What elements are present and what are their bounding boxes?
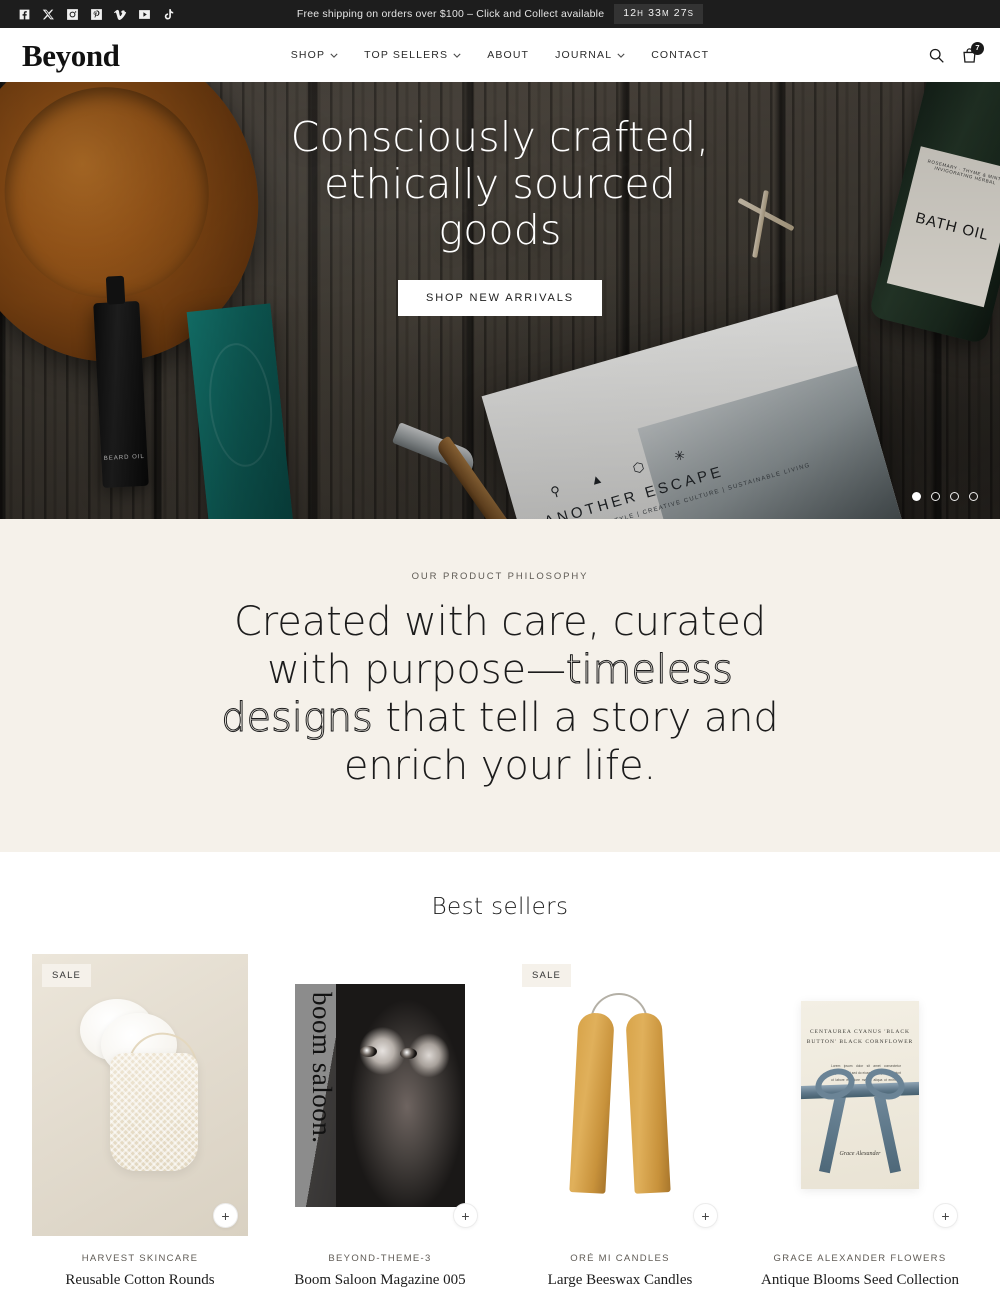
vimeo-icon[interactable]: [114, 8, 127, 21]
product-card[interactable]: SALE + ORÉ MI CANDLES Large Beeswax Cand…: [500, 954, 740, 1291]
magazine-portrait: [335, 983, 465, 1207]
mesh-bag: [109, 1052, 198, 1171]
x-icon[interactable]: [42, 8, 55, 21]
portrait-eye-left: [359, 1045, 377, 1057]
nav-label-top-sellers: TOP SELLERS: [364, 49, 449, 61]
magazine-cover-text: boom saloon.: [307, 991, 337, 1144]
pinterest-icon[interactable]: [90, 8, 103, 21]
bestsellers-section: Best sellers SALE + HARVEST SKINCARE Reu…: [0, 852, 1000, 1291]
product-vendor: HARVEST SKINCARE: [81, 1253, 199, 1264]
product-artwork-skincare: [32, 954, 248, 1236]
nav-item-contact[interactable]: CONTACT: [651, 49, 709, 61]
timer-minutes: 33: [648, 7, 662, 20]
timer-hours-unit: H: [637, 9, 645, 19]
quick-add-button[interactable]: +: [933, 1203, 958, 1228]
nav-item-about[interactable]: ABOUT: [487, 49, 529, 61]
seed-packet: CENTAUREA CYANUS 'BLACK BUTTON' BLACK CO…: [801, 1001, 919, 1189]
header-actions: 7: [928, 41, 984, 64]
nav-item-journal[interactable]: JOURNAL: [555, 49, 625, 61]
search-icon[interactable]: [928, 47, 945, 64]
hero-title: Consciously crafted, ethically sourced g…: [290, 113, 710, 255]
product-artwork-magazine: boom saloon.: [272, 954, 488, 1236]
carousel-dot-1[interactable]: [912, 492, 921, 501]
candle-right: [625, 1012, 671, 1194]
product-grid: SALE + HARVEST SKINCARE Reusable Cotton …: [0, 954, 1000, 1291]
carousel-dot-2[interactable]: [931, 492, 940, 501]
hero-carousel: ROSEMARY · THYME & MINT · INVIGORATING H…: [0, 82, 1000, 519]
product-title[interactable]: Large Beeswax Candles: [512, 1271, 728, 1291]
product-image[interactable]: SALE +: [512, 954, 728, 1236]
product-vendor: BEYOND-THEME-3: [328, 1253, 432, 1264]
product-artwork-seeds: CENTAUREA CYANUS 'BLACK BUTTON' BLACK CO…: [752, 954, 968, 1236]
bestsellers-title: Best sellers: [431, 894, 569, 920]
hero-content: Consciously crafted, ethically sourced g…: [0, 82, 1000, 317]
quick-add-button[interactable]: +: [693, 1203, 718, 1228]
carousel-dots: [912, 492, 978, 501]
product-image[interactable]: SALE +: [32, 954, 248, 1236]
ribbon-tail-left: [819, 1094, 846, 1174]
product-title[interactable]: Reusable Cotton Rounds: [32, 1271, 248, 1291]
product-image[interactable]: CENTAUREA CYANUS 'BLACK BUTTON' BLACK CO…: [752, 954, 968, 1236]
youtube-icon[interactable]: [138, 8, 151, 21]
chevron-down-icon: [617, 53, 625, 58]
tiktok-icon[interactable]: [162, 8, 175, 21]
seed-packet-signature: Grace Alexander: [839, 1151, 881, 1157]
sale-badge: SALE: [42, 964, 92, 987]
philosophy-heading-part2: that tell a story and enrich your life.: [343, 695, 779, 789]
nav-item-shop[interactable]: SHOP: [291, 49, 338, 61]
facebook-icon[interactable]: [18, 8, 31, 21]
product-image[interactable]: boom saloon. +: [272, 954, 488, 1236]
philosophy-heading: Created with care, curated with purpose—…: [220, 598, 780, 790]
carousel-dot-4[interactable]: [969, 492, 978, 501]
timer-seconds-unit: S: [687, 9, 695, 19]
product-title[interactable]: Boom Saloon Magazine 005: [272, 1271, 488, 1291]
timer-hours: 12: [623, 7, 638, 20]
shop-new-arrivals-button[interactable]: SHOP NEW ARRIVALS: [397, 280, 603, 317]
main-navigation: SHOP TOP SELLERS ABOUT JOURNAL CONTACT: [0, 49, 1000, 61]
announcement-bar: Free shipping on orders over $100 – Clic…: [0, 0, 1000, 28]
social-links: [18, 8, 175, 21]
nav-label-about: ABOUT: [487, 49, 530, 61]
timer-seconds: 27: [673, 7, 688, 20]
instagram-icon[interactable]: [66, 8, 79, 21]
quick-add-button[interactable]: +: [453, 1203, 478, 1228]
product-card[interactable]: CENTAUREA CYANUS 'BLACK BUTTON' BLACK CO…: [740, 954, 980, 1291]
product-vendor: ORÉ MI CANDLES: [570, 1253, 670, 1264]
beeswax-candles: [560, 993, 680, 1194]
chevron-down-icon: [330, 53, 338, 58]
product-vendor: GRACE ALEXANDER FLOWERS: [773, 1253, 947, 1264]
candle-left: [569, 1012, 615, 1194]
sale-badge: SALE: [522, 964, 572, 987]
seed-packet-text: CENTAUREA CYANUS 'BLACK BUTTON' BLACK CO…: [806, 1029, 914, 1046]
carousel-dot-3[interactable]: [950, 492, 959, 501]
quick-add-button[interactable]: +: [213, 1203, 238, 1228]
cart-count-badge: 7: [971, 41, 984, 55]
countdown-timer: 12H 33M 27S: [614, 4, 704, 24]
announcement-message: Free shipping on orders over $100 – Clic…: [296, 7, 605, 20]
ribbon-tail-right: [874, 1094, 901, 1174]
magazine-cover: boom saloon.: [295, 983, 465, 1207]
nav-label-shop: SHOP: [290, 49, 326, 61]
cart-button[interactable]: 7: [961, 41, 984, 64]
philosophy-section: OUR PRODUCT PHILOSOPHY Created with care…: [0, 519, 1000, 852]
product-card[interactable]: boom saloon. + BEYOND-THEME-3 Boom Saloo…: [260, 954, 500, 1291]
nav-item-top-sellers[interactable]: TOP SELLERS: [364, 49, 461, 61]
timer-minutes-unit: M: [661, 9, 670, 19]
nav-label-contact: CONTACT: [651, 49, 710, 61]
site-header: Beyond SHOP TOP SELLERS ABOUT JOURNAL CO…: [0, 28, 1000, 82]
chevron-down-icon: [453, 53, 461, 58]
nav-label-journal: JOURNAL: [555, 49, 613, 61]
philosophy-eyebrow: OUR PRODUCT PHILOSOPHY: [411, 571, 589, 582]
product-card[interactable]: SALE + HARVEST SKINCARE Reusable Cotton …: [20, 954, 260, 1291]
product-artwork-candles: [512, 954, 728, 1236]
product-title[interactable]: Antique Blooms Seed Collection: [752, 1271, 968, 1291]
